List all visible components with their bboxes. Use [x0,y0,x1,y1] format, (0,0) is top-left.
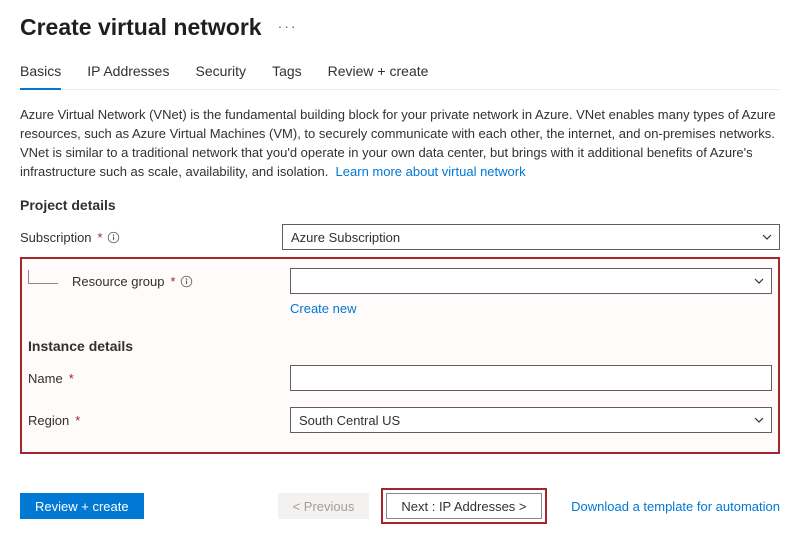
region-select[interactable] [290,407,772,433]
tab-basics[interactable]: Basics [20,63,61,90]
tab-review-create[interactable]: Review + create [328,63,429,90]
info-icon[interactable] [180,275,193,288]
description-text: Azure Virtual Network (VNet) is the fund… [20,106,780,181]
info-icon[interactable] [107,231,120,244]
resource-group-select[interactable] [290,268,772,294]
name-label: Name* [28,371,290,386]
project-details-heading: Project details [20,197,780,213]
tab-ip-addresses[interactable]: IP Addresses [87,63,169,90]
create-new-link[interactable]: Create new [290,301,356,316]
tabs-bar: Basics IP Addresses Security Tags Review… [20,63,780,90]
learn-more-link[interactable]: Learn more about virtual network [336,164,526,179]
resource-group-label: Resource group* [28,274,290,289]
page-title: Create virtual network [20,14,262,41]
tab-tags[interactable]: Tags [272,63,302,90]
more-icon[interactable]: ··· [278,18,298,38]
name-input[interactable] [290,365,772,391]
highlighted-section: Resource group* Create new Instance deta… [20,257,780,454]
region-label: Region* [28,413,290,428]
subscription-label: Subscription* [20,230,282,245]
previous-button: < Previous [278,493,370,519]
footer-bar: Review + create < Previous Next : IP Add… [20,488,780,524]
instance-details-heading: Instance details [28,338,772,354]
next-button[interactable]: Next : IP Addresses > [386,493,541,519]
download-template-link[interactable]: Download a template for automation [571,499,780,514]
next-button-highlight: Next : IP Addresses > [381,488,546,524]
review-create-button[interactable]: Review + create [20,493,144,519]
tab-security[interactable]: Security [195,63,246,90]
subscription-select[interactable] [282,224,780,250]
tree-indent-icon [28,270,58,284]
